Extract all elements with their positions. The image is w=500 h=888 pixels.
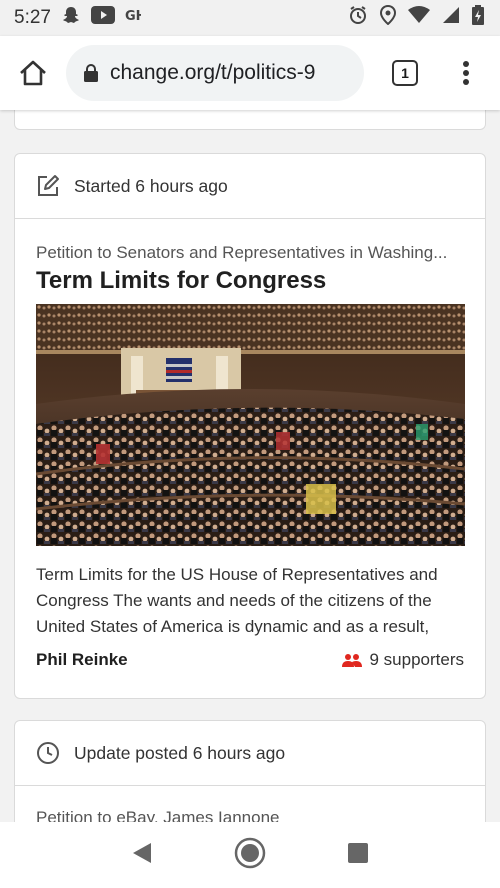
youtube-icon — [90, 6, 115, 30]
recents-icon — [348, 842, 369, 863]
clock-icon — [36, 741, 60, 765]
status-bar: 5:27 GH — [0, 0, 500, 36]
edit-icon — [36, 174, 60, 198]
home-nav-button[interactable] — [234, 837, 266, 874]
card-header-text: Update posted 6 hours ago — [74, 742, 286, 763]
petition-target: Petition to eBay, James Iannone — [36, 808, 280, 822]
card-header: Update posted 6 hours ago — [15, 721, 485, 786]
back-icon — [132, 842, 151, 863]
feed: Started 6 hours ago Petition to Senators… — [0, 110, 500, 822]
petition-target: Petition to Senators and Representatives… — [36, 243, 448, 262]
more-vert-icon — [463, 61, 469, 85]
previous-card — [14, 110, 486, 130]
home-icon — [20, 60, 46, 86]
people-icon — [341, 654, 362, 667]
card-header-text: Started 6 hours ago — [74, 175, 228, 196]
browser-toolbar: change.org/t/politics-9 1 — [0, 36, 500, 110]
petition-photo[interactable] — [36, 304, 465, 546]
system-nav-bar — [0, 822, 500, 888]
wifi-icon — [408, 6, 430, 30]
petition-description: Term Limits for the US House of Represen… — [36, 565, 438, 636]
petition-author: Phil Reinke — [36, 650, 128, 669]
overflow-menu-button[interactable] — [446, 36, 486, 110]
url-text[interactable]: change.org/t/politics-9 — [110, 61, 350, 85]
recents-button[interactable] — [347, 842, 369, 869]
card-header: Started 6 hours ago — [15, 154, 485, 219]
supporters-text: 9 supporters — [369, 650, 465, 669]
petition-title[interactable]: Term Limits for Congress — [36, 267, 464, 295]
battery-icon — [472, 5, 484, 31]
address-bar[interactable]: change.org/t/politics-9 — [66, 45, 364, 101]
home-button[interactable] — [0, 36, 66, 110]
update-card[interactable]: Update posted 6 hours ago Petition to eB… — [14, 720, 486, 822]
alarm-icon — [348, 5, 368, 31]
status-time: 5:27 — [14, 7, 51, 28]
location-icon — [379, 4, 397, 31]
svg-text:GH: GH — [125, 9, 141, 24]
signal-icon — [442, 6, 460, 30]
tab-count: 1 — [392, 60, 418, 86]
petition-card[interactable]: Started 6 hours ago Petition to Senators… — [14, 153, 486, 699]
app-icon: GH — [125, 6, 147, 30]
lock-icon — [84, 64, 98, 82]
supporters-count: 9 supporters — [341, 650, 465, 670]
snapchat-icon — [61, 5, 81, 31]
card-footer: Phil Reinke 9 supporters — [36, 650, 464, 670]
back-button[interactable] — [131, 841, 153, 870]
tab-switcher-button[interactable]: 1 — [364, 36, 446, 110]
home-circle-icon — [234, 837, 266, 868]
